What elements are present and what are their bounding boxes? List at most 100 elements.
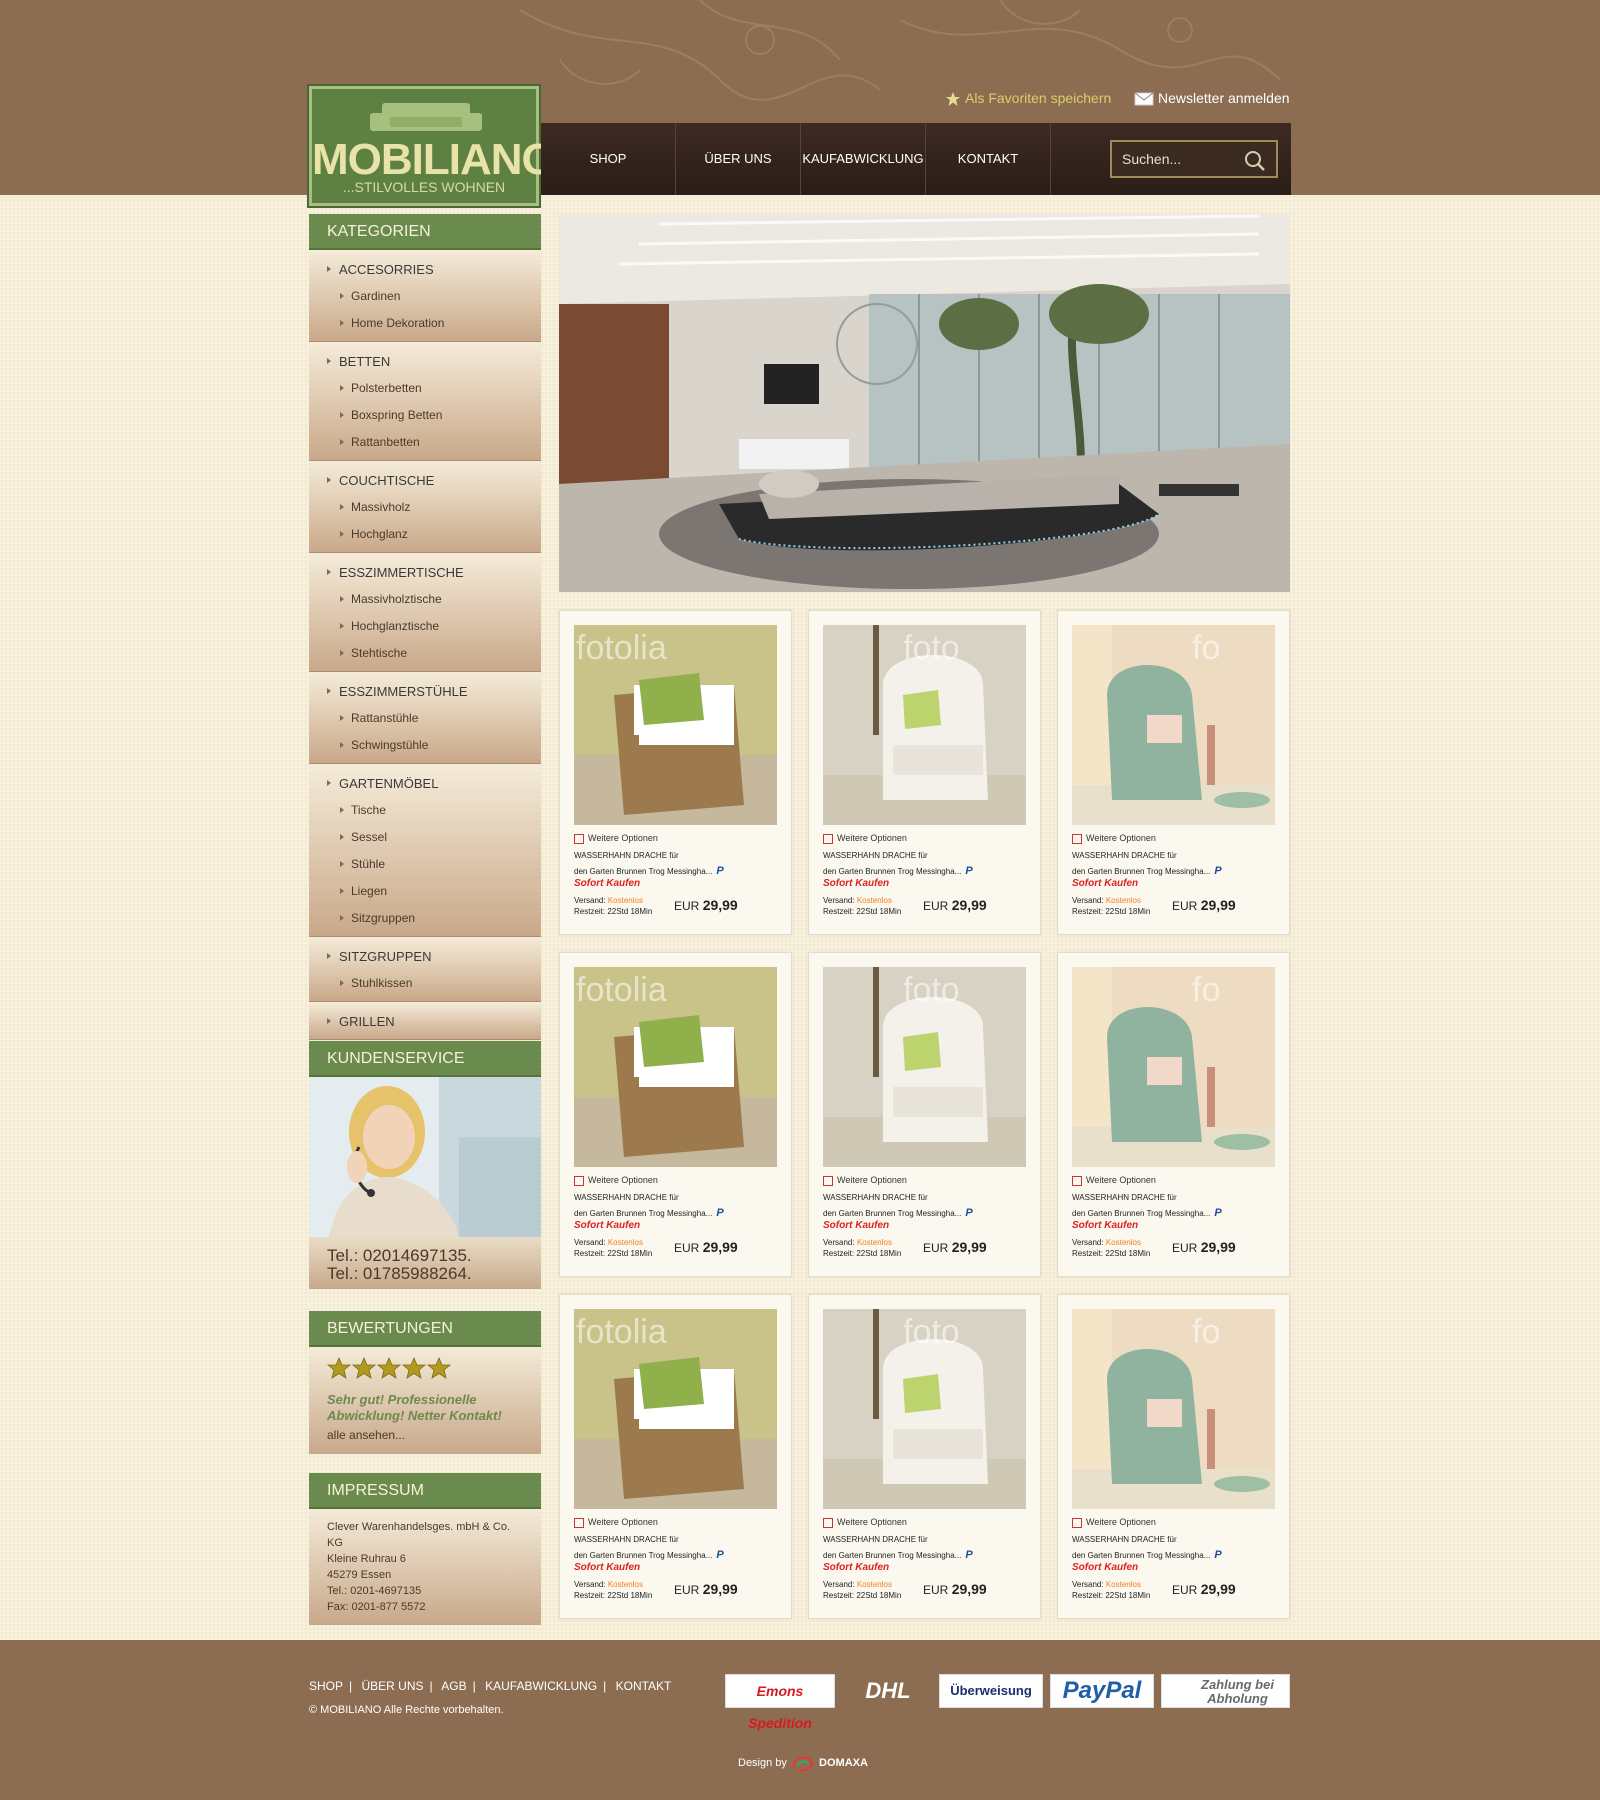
favorites-link[interactable]: Als Favoriten speichern	[945, 90, 1111, 107]
product-title-line1[interactable]: WASSERHAHN DRACHE für	[574, 1535, 679, 1544]
design-credit[interactable]: Design by DOMAXA	[738, 1752, 868, 1774]
product-title-line2[interactable]: den Garten Brunnen Trog Messingha...	[1072, 867, 1210, 876]
subcategory-item[interactable]: Liegen	[309, 878, 541, 905]
subcategory-item[interactable]: Rattanbetten	[309, 429, 541, 456]
product-card[interactable]: fo Weitere Optionen WASSERHAHN DRACHE für d…	[1057, 1294, 1290, 1619]
search-icon[interactable]	[1244, 150, 1266, 172]
more-options-link[interactable]: Weitere Optionen	[1072, 833, 1156, 844]
category-grillen[interactable]: GRILLEN	[309, 1008, 541, 1035]
category-couchtische[interactable]: COUCHTISCHE	[309, 467, 541, 494]
sofort-kaufen-badge[interactable]: Sofort Kaufen	[1072, 1562, 1138, 1573]
more-options-link[interactable]: Weitere Optionen	[574, 1517, 658, 1528]
sofort-kaufen-badge[interactable]: Sofort Kaufen	[823, 878, 889, 889]
product-title-line2[interactable]: den Garten Brunnen Trog Messingha...	[574, 867, 712, 876]
more-options-label: Weitere Optionen	[588, 1175, 658, 1185]
nav-shop[interactable]: SHOP	[541, 123, 675, 195]
footer-link-ueber-uns[interactable]: ÜBER UNS	[361, 1679, 423, 1693]
product-title-line2[interactable]: den Garten Brunnen Trog Messingha...	[1072, 1209, 1210, 1218]
product-image[interactable]: foto	[823, 625, 1026, 825]
search-input[interactable]	[1122, 151, 1242, 167]
more-options-link[interactable]: Weitere Optionen	[574, 833, 658, 844]
category-sitzgruppen[interactable]: SITZGRUPPEN	[309, 943, 541, 970]
product-title-line2[interactable]: den Garten Brunnen Trog Messingha...	[823, 1209, 961, 1218]
category-betten[interactable]: BETTEN	[309, 348, 541, 375]
subcategory-item[interactable]: Stehtische	[309, 640, 541, 667]
more-options-link[interactable]: Weitere Optionen	[823, 1517, 907, 1528]
subcategory-item[interactable]: Hochglanz	[309, 521, 541, 548]
product-card[interactable]: foto Weitere Optionen WASSERHAHN DRACHE fü…	[808, 610, 1041, 935]
hero-banner[interactable]	[559, 214, 1290, 592]
sofort-kaufen-badge[interactable]: Sofort Kaufen	[574, 1562, 640, 1573]
logo[interactable]: MOBILIANO ...STILVOLLES WOHNEN	[309, 86, 556, 206]
product-title-line2[interactable]: den Garten Brunnen Trog Messingha...	[823, 1551, 961, 1560]
product-image[interactable]: fotolia	[574, 1309, 777, 1509]
footer-link-agb[interactable]: AGB	[441, 1679, 466, 1693]
product-title-line1[interactable]: WASSERHAHN DRACHE für	[574, 851, 679, 860]
category-accesorries[interactable]: ACCESORRIES	[309, 256, 541, 283]
ratings-more-link[interactable]: alle ansehen...	[327, 1428, 523, 1442]
sofort-kaufen-badge[interactable]: Sofort Kaufen	[823, 1220, 889, 1231]
subcategory-item[interactable]: Tische	[309, 797, 541, 824]
product-title-line2[interactable]: den Garten Brunnen Trog Messingha...	[574, 1209, 712, 1218]
shipping-label: Versand:	[574, 896, 606, 905]
subcategory-item[interactable]: Schwingstühle	[309, 732, 541, 759]
subcategory-item[interactable]: Gardinen	[309, 283, 541, 310]
product-image[interactable]: fotolia	[574, 625, 777, 825]
product-title-line1[interactable]: WASSERHAHN DRACHE für	[1072, 1535, 1177, 1544]
nav-kontakt[interactable]: KONTAKT	[926, 123, 1050, 195]
footer-link-shop[interactable]: SHOP	[309, 1679, 343, 1693]
product-image[interactable]: foto	[823, 967, 1026, 1167]
footer-link-kontakt[interactable]: KONTAKT	[616, 1679, 672, 1693]
product-title-line1[interactable]: WASSERHAHN DRACHE für	[1072, 851, 1177, 860]
product-image[interactable]: fotolia	[574, 967, 777, 1167]
product-card[interactable]: foto Weitere Optionen WASSERHAHN DRACHE fü…	[808, 952, 1041, 1277]
footer-link-kaufabwicklung[interactable]: KAUFABWICKLUNG	[485, 1679, 597, 1693]
product-card[interactable]: fotolia Weitere Optionen WASSERHAHN DRACHE…	[559, 610, 792, 935]
more-options-link[interactable]: Weitere Optionen	[574, 1175, 658, 1186]
sofort-kaufen-badge[interactable]: Sofort Kaufen	[574, 878, 640, 889]
newsletter-link[interactable]: Newsletter anmelden	[1134, 90, 1290, 106]
subcategory-item[interactable]: Rattanstühle	[309, 705, 541, 732]
sofort-kaufen-badge[interactable]: Sofort Kaufen	[1072, 1220, 1138, 1231]
product-title-line2[interactable]: den Garten Brunnen Trog Messingha...	[574, 1551, 712, 1560]
nav-ueber-uns[interactable]: ÜBER UNS	[676, 123, 800, 195]
subcategory-item[interactable]: Stuhlkissen	[309, 970, 541, 997]
product-title-line2[interactable]: den Garten Brunnen Trog Messingha...	[823, 867, 961, 876]
nav-kaufabwicklung[interactable]: KAUFABWICKLUNG	[801, 123, 925, 195]
product-image[interactable]: fo	[1072, 625, 1275, 825]
category-esszimmertische[interactable]: ESSZIMMERTISCHE	[309, 559, 541, 586]
product-image[interactable]: fo	[1072, 967, 1275, 1167]
product-title-line1[interactable]: WASSERHAHN DRACHE für	[823, 1193, 928, 1202]
product-card[interactable]: fo Weitere Optionen WASSERHAHN DRACHE für d…	[1057, 952, 1290, 1277]
product-card[interactable]: fo Weitere Optionen WASSERHAHN DRACHE für d…	[1057, 610, 1290, 935]
sofort-kaufen-badge[interactable]: Sofort Kaufen	[1072, 878, 1138, 889]
product-title-line2[interactable]: den Garten Brunnen Trog Messingha...	[1072, 1551, 1210, 1560]
more-options-link[interactable]: Weitere Optionen	[1072, 1175, 1156, 1186]
subcategory-item[interactable]: Hochglanztische	[309, 613, 541, 640]
more-options-link[interactable]: Weitere Optionen	[1072, 1517, 1156, 1528]
subcategory-item[interactable]: Home Dekoration	[309, 310, 541, 337]
subcategory-item[interactable]: Polsterbetten	[309, 375, 541, 402]
product-card[interactable]: foto Weitere Optionen WASSERHAHN DRACHE fü…	[808, 1294, 1041, 1619]
product-image[interactable]: fo	[1072, 1309, 1275, 1509]
product-image[interactable]: foto	[823, 1309, 1026, 1509]
ratings-title: BEWERTUNGEN	[309, 1311, 541, 1347]
product-title-line1[interactable]: WASSERHAHN DRACHE für	[823, 851, 928, 860]
product-title-line1[interactable]: WASSERHAHN DRACHE für	[574, 1193, 679, 1202]
subcategory-item[interactable]: Massivholz	[309, 494, 541, 521]
category-esszimmerstuehle[interactable]: ESSZIMMERSTÜHLE	[309, 678, 541, 705]
sofort-kaufen-badge[interactable]: Sofort Kaufen	[574, 1220, 640, 1231]
sofort-kaufen-badge[interactable]: Sofort Kaufen	[823, 1562, 889, 1573]
subcategory-item[interactable]: Boxspring Betten	[309, 402, 541, 429]
product-card[interactable]: fotolia Weitere Optionen WASSERHAHN DRACHE…	[559, 952, 792, 1277]
subcategory-item[interactable]: Sitzgruppen	[309, 905, 541, 932]
more-options-link[interactable]: Weitere Optionen	[823, 833, 907, 844]
product-title-line1[interactable]: WASSERHAHN DRACHE für	[1072, 1193, 1177, 1202]
subcategory-item[interactable]: Stühle	[309, 851, 541, 878]
more-options-link[interactable]: Weitere Optionen	[823, 1175, 907, 1186]
category-gartenmoebel[interactable]: GARTENMÖBEL	[309, 770, 541, 797]
subcategory-item[interactable]: Sessel	[309, 824, 541, 851]
product-title-line1[interactable]: WASSERHAHN DRACHE für	[823, 1535, 928, 1544]
subcategory-item[interactable]: Massivholztische	[309, 586, 541, 613]
product-card[interactable]: fotolia Weitere Optionen WASSERHAHN DRACHE…	[559, 1294, 792, 1619]
